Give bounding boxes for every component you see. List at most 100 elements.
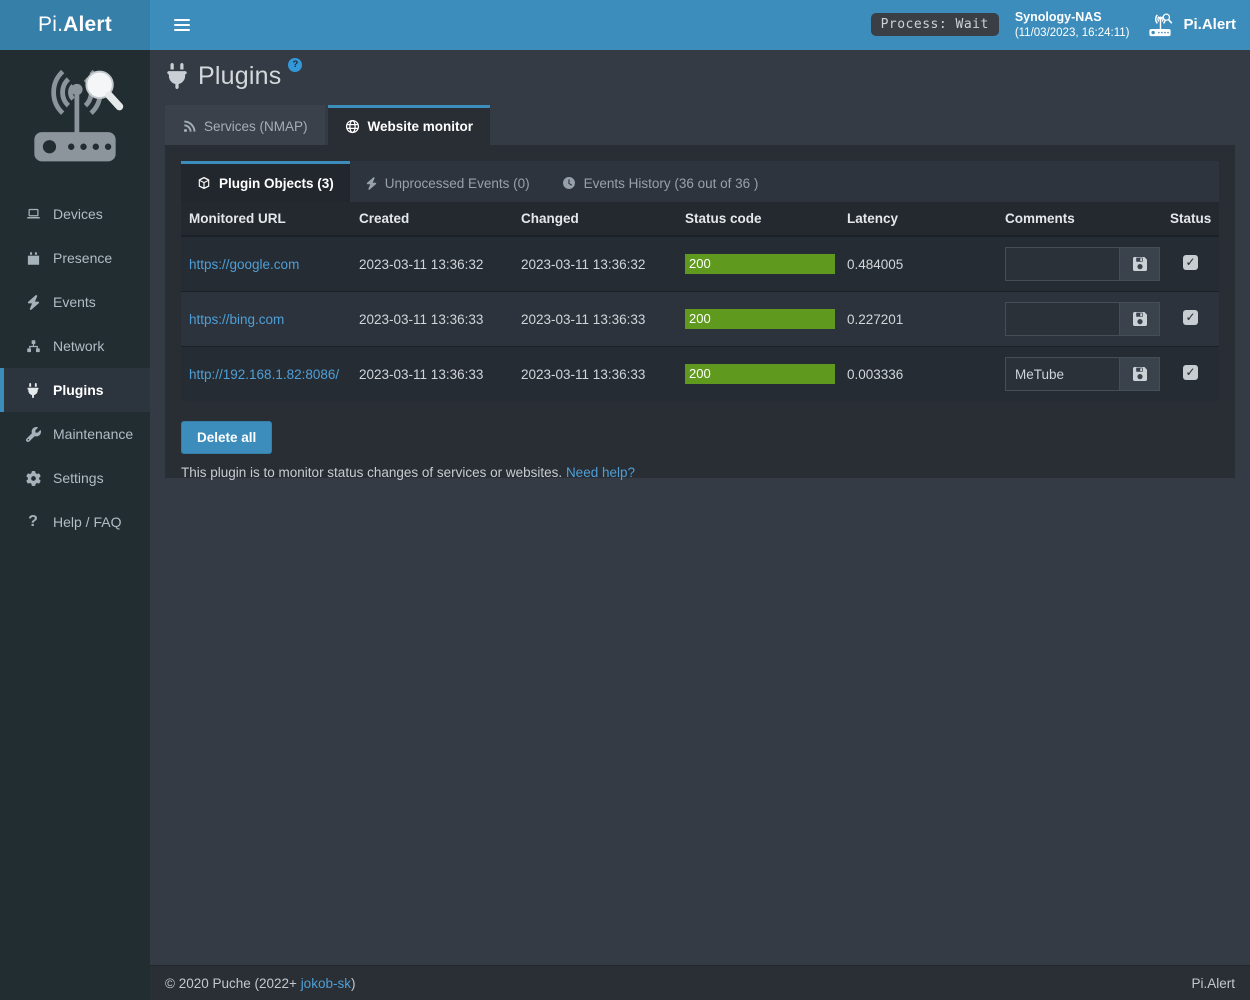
host-name: Synology-NAS — [1015, 9, 1130, 26]
col-header-status: Status — [1162, 202, 1219, 236]
table-row: http://192.168.1.82:8086/ 2023-03-11 13:… — [181, 347, 1219, 402]
plugin-tabs: Services (NMAP) Website monitor — [165, 105, 1235, 145]
plug-icon — [24, 383, 42, 398]
sidebar-item-label: Plugins — [53, 382, 104, 398]
changed-cell: 2023-03-11 13:36:33 — [513, 292, 677, 347]
status-checkbox[interactable] — [1183, 310, 1198, 325]
sidebar-item-network[interactable]: Network — [0, 324, 150, 368]
table-row: https://bing.com 2023-03-11 13:36:33 202… — [181, 292, 1219, 347]
comment-input[interactable] — [1006, 303, 1119, 335]
table-header-row: Monitored URL Created Changed Status cod… — [181, 202, 1219, 236]
globe-icon — [345, 119, 360, 134]
website-monitor-panel: Plugin Objects (3) Unprocessed Events (0… — [165, 145, 1235, 478]
status-checkbox[interactable] — [1183, 255, 1198, 270]
status-code-bar: 200 — [685, 254, 835, 274]
sidebar-item-maintenance[interactable]: Maintenance — [0, 412, 150, 456]
host-timestamp: (11/03/2023, 16:24:11) — [1015, 26, 1130, 42]
delete-all-button[interactable]: Delete all — [181, 421, 272, 454]
host-info: Synology-NAS (11/03/2023, 16:24:11) — [1015, 9, 1130, 41]
app-name: Pi.Alert — [1183, 16, 1236, 33]
sidebar-item-label: Presence — [53, 250, 112, 266]
footer: © 2020 Puche (2022+ jokob-sk) Pi.Alert — [150, 965, 1250, 1000]
footer-credits: © 2020 Puche (2022+ jokob-sk) — [165, 976, 355, 991]
sidebar-item-devices[interactable]: Devices — [0, 192, 150, 236]
panel-tabs: Plugin Objects (3) Unprocessed Events (0… — [181, 161, 1219, 202]
created-cell: 2023-03-11 13:36:32 — [351, 236, 513, 292]
page-title-text: Plugins — [198, 62, 281, 91]
router-scan-icon — [1145, 12, 1175, 38]
monitored-url-link[interactable]: https://bing.com — [189, 312, 284, 327]
sidebar-item-label: Help / FAQ — [53, 514, 121, 530]
status-checkbox[interactable] — [1183, 365, 1198, 380]
top-bar: Pi.Alert Process: Wait Synology-NAS (11/… — [0, 0, 1250, 50]
sidebar-item-label: Maintenance — [53, 426, 133, 442]
sitemap-icon — [24, 339, 42, 354]
tab-unprocessed-events[interactable]: Unprocessed Events (0) — [350, 161, 546, 202]
sidebar-item-label: Settings — [53, 470, 104, 486]
tab-website-monitor[interactable]: Website monitor — [328, 105, 491, 145]
col-header-created: Created — [351, 202, 513, 236]
main-content: Plugins ? Services (NMAP) Website monito… — [150, 50, 1250, 965]
col-header-latency: Latency — [839, 202, 997, 236]
comment-input-group — [1005, 247, 1160, 281]
changed-cell: 2023-03-11 13:36:33 — [513, 347, 677, 402]
sidebar-toggle-button[interactable] — [165, 8, 199, 42]
sidebar-item-label: Events — [53, 294, 96, 310]
changed-cell: 2023-03-11 13:36:32 — [513, 236, 677, 292]
sidebar-item-presence[interactable]: Presence — [0, 236, 150, 280]
bolt-icon — [366, 177, 377, 190]
status-code-bar: 200 — [685, 309, 835, 329]
col-header-monitored-url: Monitored URL — [181, 202, 351, 236]
tab-events-history[interactable]: Events History (36 out of 36 ) — [546, 161, 775, 202]
wrench-icon — [24, 427, 42, 442]
col-header-changed: Changed — [513, 202, 677, 236]
sidebar-item-events[interactable]: Events — [0, 280, 150, 324]
bolt-icon — [24, 295, 42, 310]
comment-input-group — [1005, 357, 1160, 391]
monitored-url-link[interactable]: http://192.168.1.82:8086/ — [189, 367, 339, 382]
table-row: https://google.com 2023-03-11 13:36:32 2… — [181, 236, 1219, 292]
help-badge[interactable]: ? — [288, 58, 302, 72]
brand-pre: Pi. — [38, 13, 63, 37]
sidebar-item-plugins[interactable]: Plugins — [0, 368, 150, 412]
comment-input[interactable] — [1006, 248, 1119, 280]
footer-copyright-text: © 2020 Puche (2022+ — [165, 976, 301, 991]
plugin-description: This plugin is to monitor status changes… — [181, 465, 1219, 480]
tab-label: Website monitor — [368, 119, 474, 134]
save-comment-button[interactable] — [1119, 248, 1159, 280]
laptop-icon — [24, 207, 42, 222]
page-title: Plugins ? — [165, 50, 1235, 100]
navbar-right: Process: Wait Synology-NAS (11/03/2023, … — [871, 9, 1250, 41]
tab-label: Plugin Objects (3) — [219, 176, 334, 191]
sidebar-item-settings[interactable]: Settings — [0, 456, 150, 500]
monitored-url-link[interactable]: https://google.com — [189, 257, 299, 272]
save-comment-button[interactable] — [1119, 358, 1159, 390]
question-icon: ? — [24, 514, 42, 530]
tab-plugin-objects[interactable]: Plugin Objects (3) — [181, 161, 350, 202]
sidebar-menu: Devices Presence Events Network Plugins — [0, 192, 150, 544]
footer-author-link[interactable]: jokob-sk — [301, 976, 351, 991]
tab-label: Events History (36 out of 36 ) — [584, 176, 759, 191]
footer-app-name: Pi.Alert — [1191, 976, 1235, 991]
brand-bold: Alert — [63, 13, 112, 37]
sidebar: Devices Presence Events Network Plugins — [0, 50, 150, 1000]
sidebar-item-label: Network — [53, 338, 104, 354]
brand-logo[interactable]: Pi.Alert — [0, 0, 150, 50]
plugin-objects-table: Monitored URL Created Changed Status cod… — [181, 202, 1219, 401]
col-header-status-code: Status code — [677, 202, 839, 236]
cube-icon — [197, 176, 211, 190]
satellite-dish-icon — [182, 120, 196, 134]
created-cell: 2023-03-11 13:36:33 — [351, 347, 513, 402]
need-help-link[interactable]: Need help? — [566, 465, 635, 480]
latency-cell: 0.003336 — [839, 347, 997, 402]
sidebar-item-help-faq[interactable]: ? Help / FAQ — [0, 500, 150, 544]
plugin-description-text: This plugin is to monitor status changes… — [181, 465, 562, 480]
save-comment-button[interactable] — [1119, 303, 1159, 335]
status-code-bar: 200 — [685, 364, 835, 384]
tab-label: Services (NMAP) — [204, 119, 308, 134]
comment-input[interactable] — [1006, 358, 1119, 390]
created-cell: 2023-03-11 13:36:33 — [351, 292, 513, 347]
gear-icon — [24, 471, 42, 486]
tab-services-nmap[interactable]: Services (NMAP) — [165, 105, 325, 145]
comment-input-group — [1005, 302, 1160, 336]
